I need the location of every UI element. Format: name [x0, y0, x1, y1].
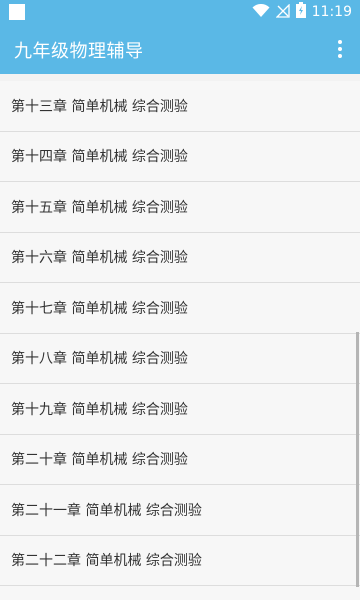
- list-item-label: 第二十一章 简单机械 综合测验: [11, 502, 202, 519]
- app-bar: 九年级物理辅导: [0, 24, 360, 74]
- wifi-icon: [252, 3, 270, 22]
- more-vert-icon[interactable]: [326, 32, 354, 66]
- battery-charging-icon: [295, 2, 306, 22]
- list-item[interactable]: 第二十章 简单机械 综合测验: [0, 434, 360, 485]
- list-item-label: 第十五章 简单机械 综合测验: [11, 199, 188, 216]
- list-item-label: 第二十二章 简单机械 综合测验: [11, 553, 202, 570]
- no-signal-icon: [275, 2, 290, 22]
- status-time: 11:19: [311, 4, 352, 20]
- list-item[interactable]: 第二十一章 简单机械 综合测验: [0, 485, 360, 536]
- list-item-label: 第十六章 简单机械 综合测验: [11, 250, 188, 267]
- app-title: 九年级物理辅导: [14, 41, 144, 62]
- list-item[interactable]: 第二十二章 简单机械 综合测验: [0, 535, 360, 586]
- chapter-list[interactable]: 第十三章 简单机械 综合测验 第十四章 简单机械 综合测验 第十五章 简单机械 …: [0, 81, 360, 600]
- notification-square-icon: [9, 4, 25, 20]
- list-item-label: 第十七章 简单机械 综合测验: [11, 300, 188, 317]
- list-item-label: 第十四章 简单机械 综合测验: [11, 149, 188, 166]
- list-item-label: 第十九章 简单机械 综合测验: [11, 401, 188, 418]
- list-item[interactable]: 第十六章 简单机械 综合测验: [0, 232, 360, 283]
- list-item-label: 第二十章 简单机械 综合测验: [11, 452, 188, 469]
- list-item[interactable]: 第十三章 简单机械 综合测验: [0, 81, 360, 132]
- list-item-label: 第十三章 简单机械 综合测验: [11, 98, 188, 115]
- list-item[interactable]: 第十九章 简单机械 综合测验: [0, 384, 360, 435]
- status-bar: 11:19: [0, 0, 360, 24]
- list-item[interactable]: 第十五章 简单机械 综合测验: [0, 182, 360, 233]
- list-item[interactable]: 第十七章 简单机械 综合测验: [0, 283, 360, 334]
- list-item[interactable]: 第十八章 简单机械 综合测验: [0, 333, 360, 384]
- status-icons: 11:19: [252, 0, 352, 24]
- list-item-label: 第十八章 简单机械 综合测验: [11, 351, 188, 368]
- list-item[interactable]: 第十四章 简单机械 综合测验: [0, 131, 360, 182]
- scrollbar[interactable]: [356, 332, 359, 587]
